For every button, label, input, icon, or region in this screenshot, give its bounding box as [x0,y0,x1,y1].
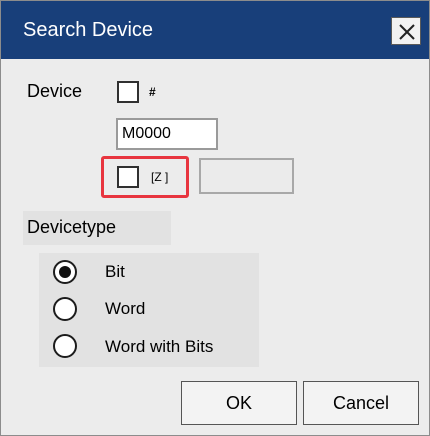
hash-label: # [149,85,156,99]
dialog-title: Search Device [23,19,154,41]
radio-word-with-bits[interactable] [53,334,77,358]
radio-bit[interactable] [53,260,77,284]
title-bar: Search Device [1,1,429,59]
devicetype-label: Devicetype [27,217,117,237]
cancel-button[interactable]: Cancel [303,381,419,425]
search-device-dialog: Search Device Device # M0000 [Z ] Device… [0,0,430,436]
index-register-checkbox[interactable] [117,166,139,188]
close-button[interactable] [391,17,421,45]
ok-button[interactable]: OK [181,381,297,425]
index-register-input[interactable] [199,158,294,194]
highlight-box [101,156,189,198]
index-register-label: [Z ] [151,170,169,184]
device-label: Device [27,81,83,101]
close-icon [399,24,415,40]
device-address-input[interactable]: M0000 [116,118,218,150]
radio-word-with-bits-label: Word with Bits [105,337,214,356]
radio-word[interactable] [53,297,77,321]
radio-bit-label: Bit [105,262,125,281]
device-hash-checkbox[interactable] [117,81,139,103]
radio-selected-dot [59,266,71,278]
radio-word-label: Word [105,299,146,318]
